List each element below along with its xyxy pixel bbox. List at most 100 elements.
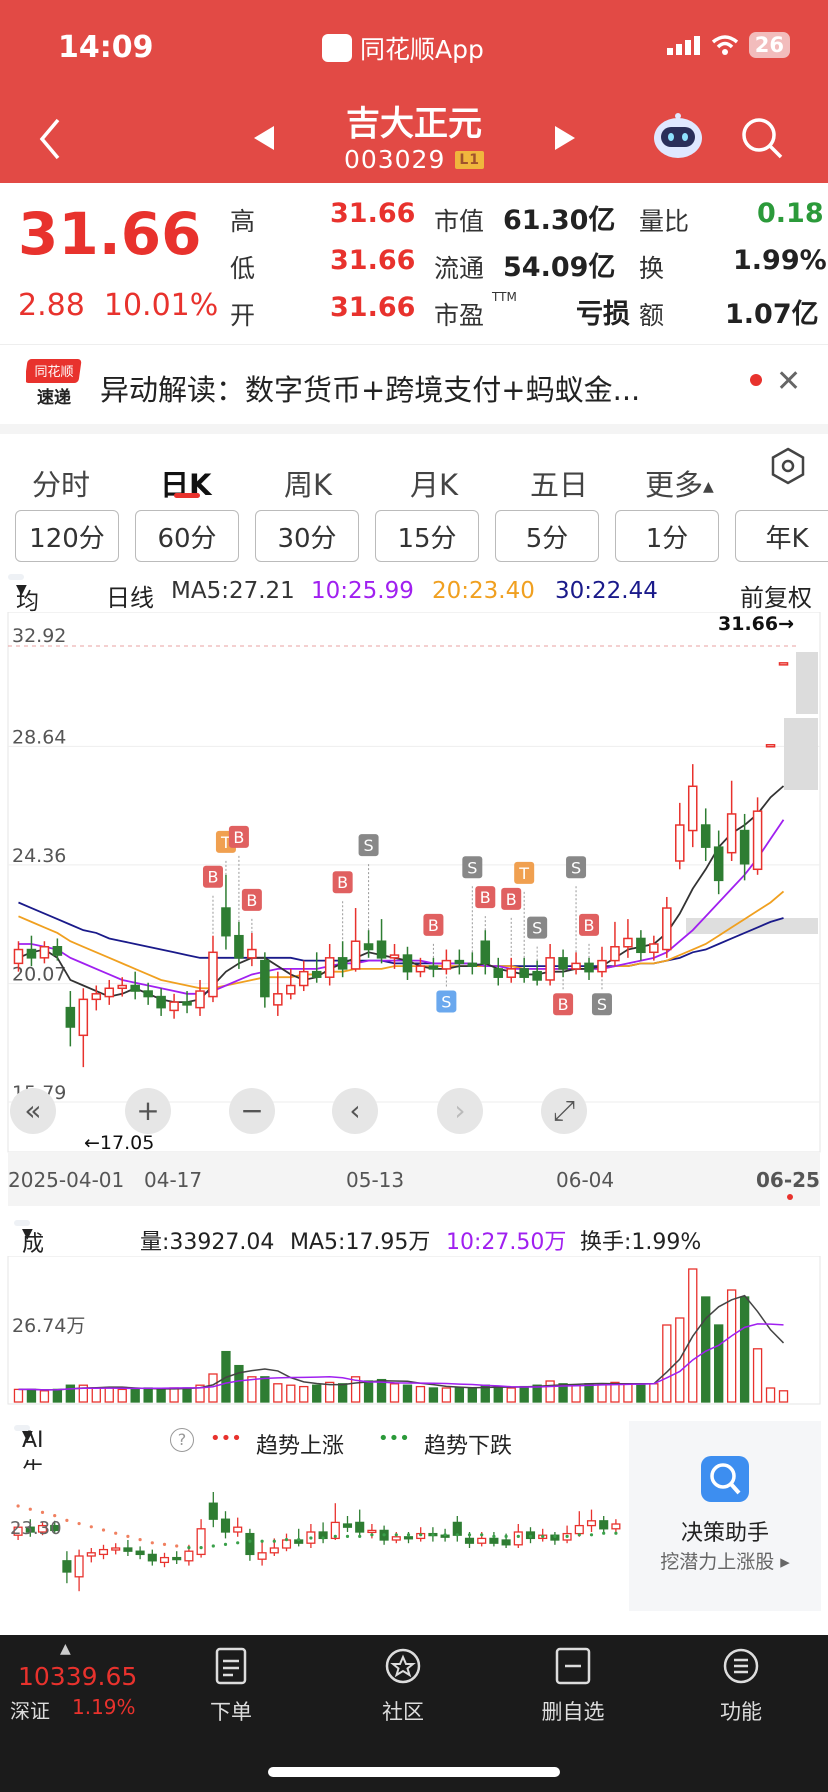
x-tick-label: 05-13 — [346, 1168, 404, 1192]
zoom-in-icon[interactable]: + — [125, 1088, 171, 1134]
ai-trend-dot — [602, 1531, 606, 1535]
robot-assistant-icon[interactable] — [652, 112, 704, 160]
period-5min[interactable]: 5分 — [495, 510, 599, 562]
functions-button[interactable]: 功能 — [686, 1647, 796, 1726]
volume-ma10: 10:27.50万 — [446, 1230, 567, 1255]
vol-ratio-value: 0.18 — [757, 198, 824, 229]
order-button[interactable]: 下单 — [176, 1647, 286, 1726]
volume-bar — [117, 1388, 127, 1403]
volume-bar — [584, 1383, 594, 1403]
ai-candle-body — [391, 1536, 401, 1541]
period-30min[interactable]: 30分 — [255, 510, 359, 562]
volume-selector[interactable]: 成交量 ▼ — [14, 1220, 44, 1321]
tab-five-day[interactable]: 五日 — [530, 462, 588, 504]
ai-trend-dot — [175, 1544, 179, 1548]
ai-selector[interactable]: AI牛熊线 ▼ — [14, 1425, 44, 1548]
ai-candle-body — [599, 1520, 609, 1530]
signal-label: B — [428, 916, 439, 935]
ai-candle-body — [220, 1518, 231, 1533]
candle-body — [480, 940, 491, 965]
next-stock-icon[interactable] — [553, 124, 577, 152]
remove-watchlist-button[interactable]: 删自选 — [518, 1647, 628, 1726]
settings-hexagon-icon[interactable] — [770, 446, 806, 486]
close-icon[interactable]: ✕ — [776, 364, 801, 399]
candle-body — [571, 962, 581, 970]
tab-weekly-k[interactable]: 周K — [284, 462, 332, 504]
order-icon — [215, 1647, 247, 1685]
ai-trend-dot — [101, 1528, 106, 1532]
app-name: 同花顺App — [360, 35, 484, 64]
stock-code: 003029 — [343, 145, 446, 174]
alert-text[interactable]: 异动解读：数字货币+跨境支付+蚂蚁金... — [100, 367, 640, 409]
tab-more-label: 更多 — [645, 468, 704, 502]
period-yearly[interactable]: 年K — [735, 510, 828, 562]
ai-bull-bear-chart[interactable]: 23.30 — [0, 1470, 630, 1610]
ai-trend-dot — [333, 1534, 337, 1538]
tab-monthly-k[interactable]: 月K — [410, 462, 458, 504]
ai-candle-body — [98, 1548, 109, 1556]
decision-assistant-card[interactable]: 决策助手 挖潜力上涨股 ▸ — [629, 1421, 821, 1611]
candle-body — [610, 946, 620, 962]
candle-body — [298, 970, 309, 987]
volume-bar — [571, 1384, 581, 1403]
volume-bar — [130, 1388, 140, 1403]
ma-selector[interactable]: 均线 ▼ — [8, 574, 39, 649]
pan-left-icon[interactable]: ‹ — [332, 1088, 378, 1134]
ai-candle-body — [477, 1537, 487, 1544]
volume-chart[interactable]: 26.74万 — [0, 1256, 828, 1406]
period-60min[interactable]: 60分 — [135, 510, 239, 562]
signal-label: S — [364, 836, 374, 855]
high-label: 高 — [230, 207, 256, 236]
volume-bar — [26, 1388, 37, 1403]
zoom-out-icon[interactable]: − — [229, 1088, 275, 1134]
search-icon[interactable] — [740, 116, 784, 160]
ai-candle-body — [111, 1547, 121, 1551]
ai-tick-label: 23.30 — [10, 1518, 62, 1539]
down-trend-label: 趋势下跌 — [424, 1434, 513, 1459]
community-label: 社区 — [382, 1700, 424, 1724]
candle-body — [389, 954, 400, 959]
volume-ma5: MA5:17.95万 — [290, 1230, 431, 1255]
ai-trend-dot — [162, 1542, 167, 1546]
volume-legend: 成交量 ▼ 量:33927.04 MA5:17.95万 10:27.50万 换手… — [0, 1218, 828, 1321]
volume-bar — [441, 1387, 452, 1403]
adjust-mode[interactable]: 前复权 — [740, 578, 812, 613]
help-icon[interactable]: ? — [170, 1428, 194, 1452]
dropdown-icon: ▼ — [16, 582, 27, 598]
ai-trend-dot — [467, 1533, 472, 1537]
volume-bar — [778, 1390, 789, 1403]
dropdown-icon: ▼ — [22, 1428, 33, 1444]
community-button[interactable]: 社区 — [348, 1647, 458, 1726]
x-axis-band — [8, 1152, 820, 1206]
ai-trend-dot — [223, 1542, 228, 1546]
up-trend-label: 趋势上涨 — [256, 1434, 345, 1459]
turnover-value: 1.99% — [733, 245, 827, 276]
x-tick-label: 06-04 — [556, 1168, 614, 1192]
zoom-out-fast-icon[interactable]: « — [10, 1088, 56, 1134]
open-value: 31.66 — [330, 292, 416, 323]
volume-bar — [467, 1387, 477, 1403]
tab-intraday[interactable]: 分时 — [32, 462, 90, 504]
kline-chart[interactable]: 32.9228.6424.3620.0715.79 TBBBBSBSSBBTSB… — [0, 612, 828, 1212]
signal-label: T — [518, 864, 529, 883]
candle-body — [636, 937, 646, 954]
candle-body — [65, 1006, 76, 1028]
volume-bar — [739, 1296, 750, 1403]
period-120min[interactable]: 120分 — [15, 510, 119, 562]
turnover-label: 换 — [639, 254, 665, 283]
candle-body — [506, 968, 516, 978]
ai-trend-dot — [16, 1504, 20, 1508]
volume-bar — [402, 1384, 413, 1403]
index-value[interactable]: 10339.65 — [18, 1662, 137, 1691]
remove-watchlist-icon — [555, 1647, 591, 1685]
tab-more[interactable]: 更多▲ — [645, 462, 714, 504]
period-15min[interactable]: 15分 — [375, 510, 479, 562]
period-1min[interactable]: 1分 — [615, 510, 719, 562]
pan-right-icon[interactable]: › — [437, 1088, 483, 1134]
candle-body — [493, 968, 504, 978]
down-trend-marker-icon: ••• — [378, 1428, 410, 1449]
fullscreen-icon[interactable]: ⤢ — [541, 1088, 587, 1134]
home-indicator[interactable] — [268, 1767, 560, 1777]
candle — [765, 744, 776, 748]
news-alert-bar[interactable]: 同花顺 速递 异动解读：数字货币+跨境支付+蚂蚁金... — [0, 344, 828, 424]
